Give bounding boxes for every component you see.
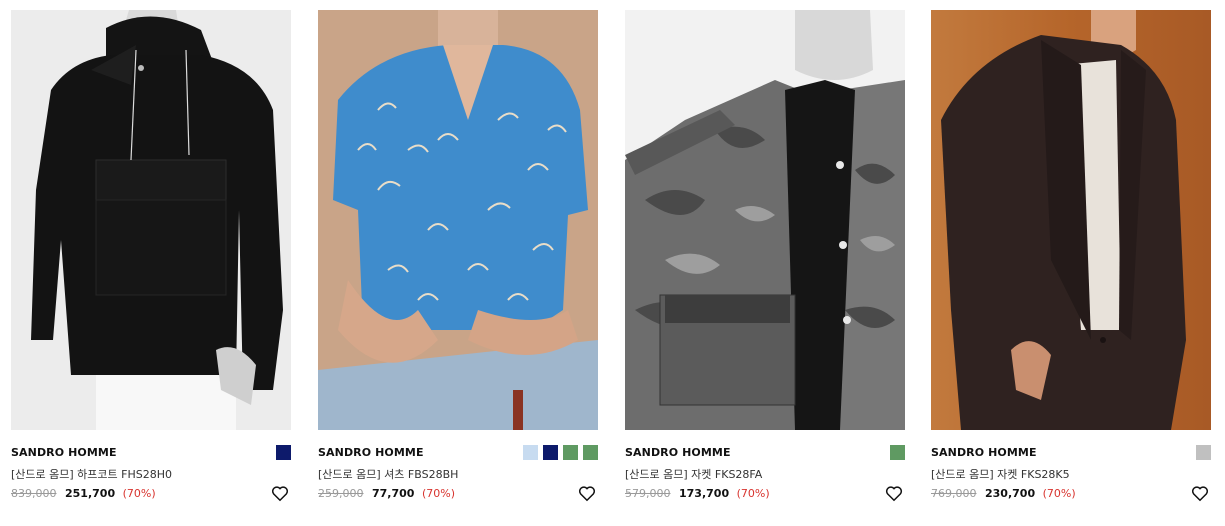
color-swatches	[890, 445, 905, 460]
original-price: 839,000	[11, 487, 57, 500]
color-swatch[interactable]	[1196, 445, 1211, 460]
color-swatch[interactable]	[543, 445, 558, 460]
sale-price: 230,700	[985, 487, 1036, 500]
heart-icon[interactable]	[271, 485, 289, 502]
color-swatch[interactable]	[583, 445, 598, 460]
price-row: 579,000 173,700 (70%)	[625, 487, 770, 500]
product-name[interactable]: [산드로 옴므] 자켓 FKS28K5	[931, 466, 1070, 482]
product-card[interactable]: SANDRO HOMME [산드로 옴므] 자켓 FKS28K5 769,000…	[931, 0, 1211, 526]
product-brand: SANDRO HOMME	[625, 446, 731, 459]
product-brand: SANDRO HOMME	[11, 446, 117, 459]
product-name[interactable]: [산드로 옴므] 자켓 FKS28FA	[625, 466, 762, 482]
product-card[interactable]: SANDRO HOMME [산드로 옴므] 셔츠 FBS28BH 259,000…	[318, 0, 598, 526]
product-name[interactable]: [산드로 옴므] 하프코트 FHS28H0	[11, 466, 172, 482]
heart-icon[interactable]	[1191, 485, 1209, 502]
sale-price: 173,700	[679, 487, 730, 500]
discount-rate: (70%)	[421, 487, 455, 500]
discount-rate: (70%)	[1042, 487, 1076, 500]
price-row: 839,000 251,700 (70%)	[11, 487, 156, 500]
price-row: 259,000 77,700 (70%)	[318, 487, 455, 500]
sale-price: 77,700	[372, 487, 415, 500]
original-price: 259,000	[318, 487, 364, 500]
product-grid: SANDRO HOMME [산드로 옴므] 하프코트 FHS28H0 839,0…	[0, 0, 1225, 526]
product-image[interactable]	[931, 10, 1211, 430]
product-brand: SANDRO HOMME	[318, 446, 424, 459]
product-image[interactable]	[625, 10, 905, 430]
color-swatches	[1196, 445, 1211, 460]
product-card[interactable]: SANDRO HOMME [산드로 옴므] 하프코트 FHS28H0 839,0…	[11, 0, 291, 526]
product-card[interactable]: SANDRO HOMME [산드로 옴므] 자켓 FKS28FA 579,000…	[625, 0, 905, 526]
discount-rate: (70%)	[736, 487, 770, 500]
color-swatches	[276, 445, 291, 460]
product-image[interactable]	[11, 10, 291, 430]
color-swatch[interactable]	[523, 445, 538, 460]
heart-icon[interactable]	[578, 485, 596, 502]
original-price: 769,000	[931, 487, 977, 500]
heart-icon[interactable]	[885, 485, 903, 502]
color-swatches	[523, 445, 598, 460]
color-swatch[interactable]	[563, 445, 578, 460]
product-brand: SANDRO HOMME	[931, 446, 1037, 459]
original-price: 579,000	[625, 487, 671, 500]
sale-price: 251,700	[65, 487, 116, 500]
product-name[interactable]: [산드로 옴므] 셔츠 FBS28BH	[318, 466, 458, 482]
product-image[interactable]	[318, 10, 598, 430]
color-swatch[interactable]	[890, 445, 905, 460]
discount-rate: (70%)	[122, 487, 156, 500]
color-swatch[interactable]	[276, 445, 291, 460]
price-row: 769,000 230,700 (70%)	[931, 487, 1076, 500]
